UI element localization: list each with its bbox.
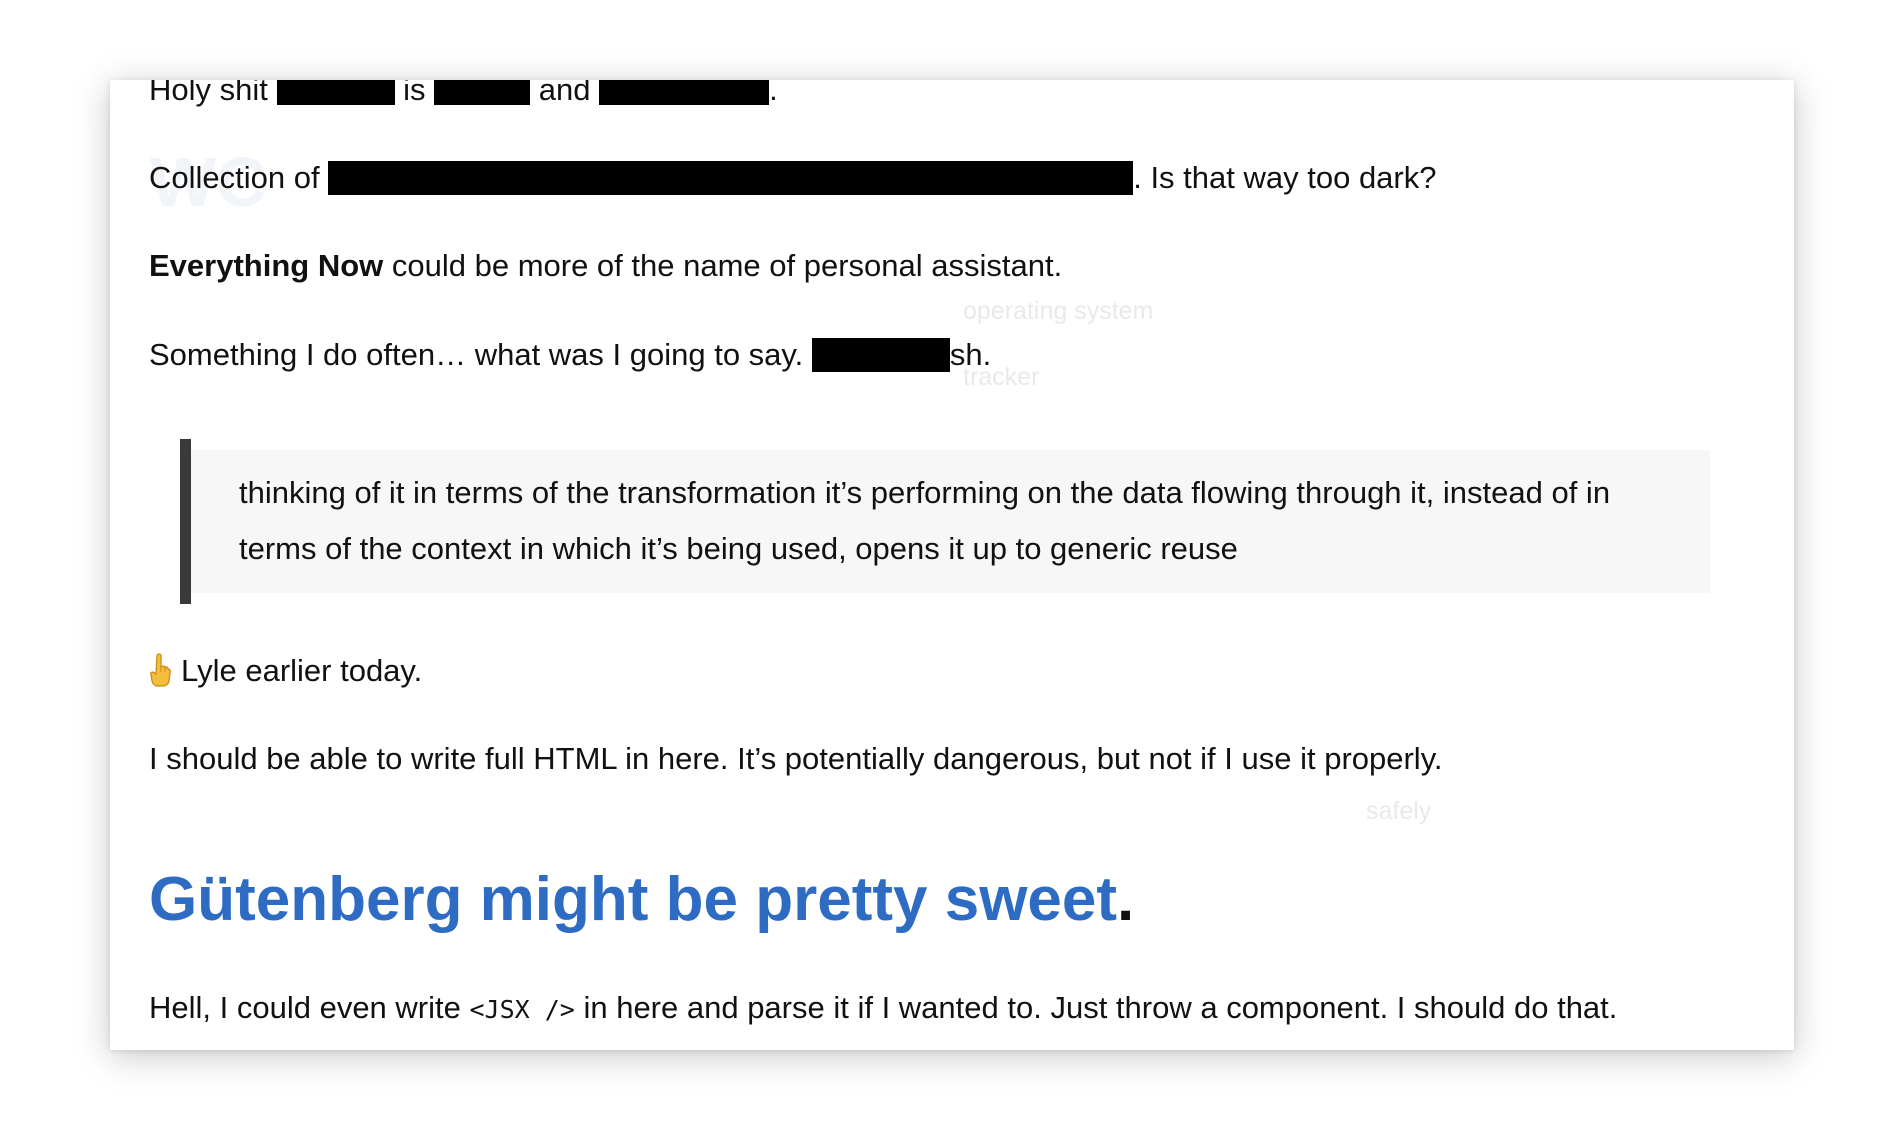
text: I should be able to write full HTML in h… <box>149 741 1443 776</box>
redaction-bar <box>599 80 770 105</box>
section-heading: Gütenberg might be pretty sweet. <box>149 865 1134 935</box>
redaction-bar <box>276 80 395 105</box>
text: . Is that way too dark? <box>1133 160 1437 195</box>
blockquote-bar <box>180 439 191 604</box>
document-page: WC operating system tracker safely Holy … <box>110 80 1794 1050</box>
blockquote: thinking of it in terms of the transform… <box>180 439 1710 604</box>
text: Collection of <box>149 160 320 195</box>
text: Lyle earlier today. <box>181 653 423 688</box>
paragraph-lyle: Lyle earlier today. <box>149 653 422 689</box>
ghost-label-safely: safely <box>1366 797 1432 825</box>
ghost-label-operating-system: operating system <box>963 297 1154 325</box>
text: could be more of the name of personal as… <box>383 248 1063 283</box>
heading-text: Gütenberg might be pretty sweet <box>149 865 1118 934</box>
text: and <box>538 80 591 107</box>
paragraph-collection: Collection of . Is that way too dark? <box>149 160 1436 196</box>
text: Holy shit <box>149 80 268 107</box>
inline-code: <JSX /> <box>469 995 575 1024</box>
redaction-bar <box>328 161 1134 195</box>
text: Something I do often… what was I going t… <box>149 337 812 372</box>
blockquote-text: thinking of it in terms of the transform… <box>239 475 1611 566</box>
paragraph-html: I should be able to write full HTML in h… <box>149 741 1443 777</box>
paragraph-jsx: Hell, I could even write <JSX /> in here… <box>149 990 1617 1028</box>
redaction-bar <box>434 80 531 105</box>
screenshot-stage: WC operating system tracker safely Holy … <box>0 0 1896 1126</box>
paragraph-something: Something I do often… what was I going t… <box>149 337 991 373</box>
text: in here and parse it if I wanted to. Jus… <box>574 990 1618 1025</box>
pointing-up-hand-icon <box>149 653 171 687</box>
paragraph-everything-now: Everything Now could be more of the name… <box>149 248 1062 284</box>
redaction-bar <box>811 338 950 372</box>
paragraph-holy-shit: Holy shit is and . <box>149 80 778 108</box>
bold-text: Everything Now <box>149 248 384 283</box>
heading-period: . <box>1117 865 1135 934</box>
text: sh. <box>949 337 992 372</box>
text: Hell, I could even write <box>149 990 470 1025</box>
text: . <box>769 80 778 107</box>
text: is <box>403 80 426 107</box>
